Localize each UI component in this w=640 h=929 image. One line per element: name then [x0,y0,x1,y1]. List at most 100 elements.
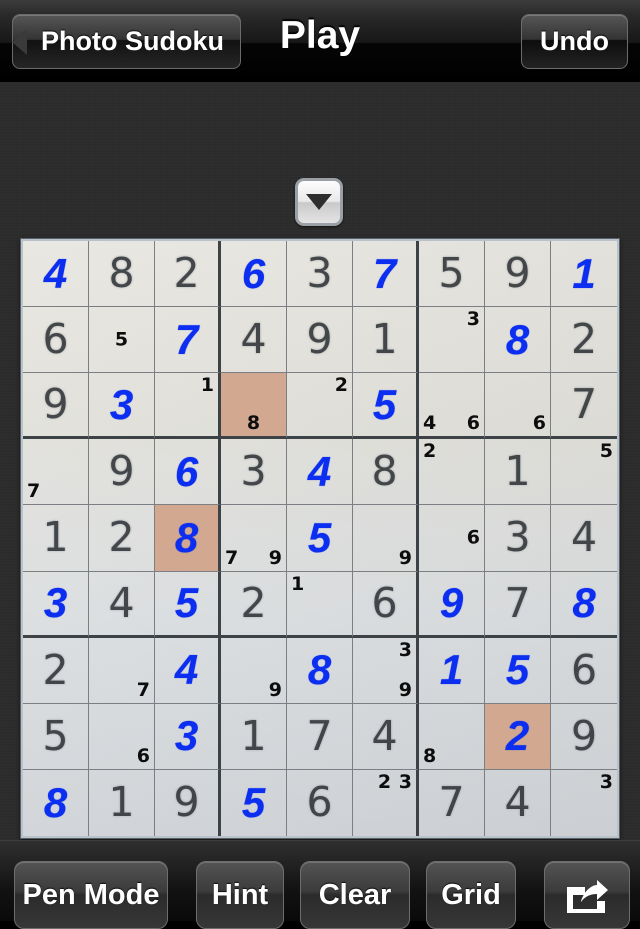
sudoku-cell-r8c3[interactable]: 3 [155,703,221,770]
pencil-mark: 3 [466,308,480,331]
sudoku-cell-r8c4[interactable]: 1 [221,703,287,770]
sudoku-cell-r6c6[interactable]: 6 [353,571,419,638]
sudoku-cell-r6c9[interactable]: 8 [551,572,617,638]
sudoku-cell-r2c3[interactable]: 7 [155,307,221,374]
sudoku-cell-r1c3[interactable]: 2 [155,241,221,308]
pen-mode-button[interactable]: Pen Mode [14,861,168,929]
share-button[interactable] [544,861,630,929]
sudoku-cell-r6c8[interactable]: 7 [485,571,551,638]
sudoku-cell-r4c7[interactable]: 2 [419,439,485,506]
sudoku-cell-r7c8[interactable]: 5 [485,637,551,704]
sudoku-cell-r8c8[interactable]: 2 [485,703,551,770]
sudoku-cell-r8c2[interactable]: 6 [89,703,155,770]
sudoku-cell-r8c5[interactable]: 7 [287,703,353,770]
sudoku-cell-r2c8[interactable]: 8 [485,307,551,374]
cell-value: 7 [306,711,333,760]
sudoku-cell-r7c1[interactable]: 2 [23,637,89,704]
sudoku-cell-r3c2[interactable]: 3 [89,373,155,440]
sudoku-cell-r8c1[interactable]: 5 [23,703,89,770]
sudoku-cell-r2c7[interactable]: 3 [419,307,485,374]
sudoku-cell-r3c7[interactable]: 46 [419,373,485,440]
pencil-mark: 3 [599,770,613,793]
sudoku-cell-r2c2[interactable]: 5 [89,307,155,374]
sudoku-cell-r6c7[interactable]: 9 [419,571,485,638]
cell-value: 4 [174,646,199,694]
sudoku-cell-r5c4[interactable]: 79 [221,505,287,572]
sudoku-cell-r9c2[interactable]: 1 [89,769,155,836]
sudoku-cell-r7c9[interactable]: 6 [551,638,617,704]
sudoku-cell-r5c7[interactable]: 6 [419,505,485,572]
sudoku-cell-r5c8[interactable]: 3 [485,505,551,572]
sudoku-cell-r7c6[interactable]: 39 [353,637,419,704]
cell-value: 3 [240,447,267,496]
sudoku-cell-r6c2[interactable]: 4 [89,571,155,638]
sudoku-cell-r1c1[interactable]: 4 [23,241,89,308]
sudoku-cell-r3c6[interactable]: 5 [353,373,419,440]
sudoku-cell-r7c3[interactable]: 4 [155,637,221,704]
sudoku-cell-r1c8[interactable]: 9 [485,241,551,308]
sudoku-cell-r8c9[interactable]: 9 [551,704,617,770]
sudoku-cell-r9c9[interactable]: 3 [551,770,617,836]
sudoku-cell-r9c1[interactable]: 8 [23,769,89,836]
sudoku-board[interactable]: 4826375916574913829318254667796348215128… [23,241,617,836]
sudoku-cell-r1c6[interactable]: 7 [353,241,419,308]
sudoku-cell-r7c5[interactable]: 8 [287,637,353,704]
sudoku-cell-r6c3[interactable]: 5 [155,571,221,638]
sudoku-cell-r3c5[interactable]: 2 [287,373,353,440]
sudoku-cell-r2c9[interactable]: 2 [551,307,617,374]
sudoku-cell-r1c4[interactable]: 6 [221,241,287,308]
hint-button[interactable]: Hint [196,861,284,929]
sudoku-cell-r2c4[interactable]: 4 [221,307,287,374]
sudoku-cell-r9c3[interactable]: 9 [155,769,221,836]
sudoku-cell-r4c1[interactable]: 7 [23,439,89,506]
sudoku-cell-r5c2[interactable]: 2 [89,505,155,572]
sudoku-cell-r6c4[interactable]: 2 [221,571,287,638]
pencil-mark: 6 [466,526,480,549]
sudoku-cell-r1c5[interactable]: 3 [287,241,353,308]
sudoku-cell-r5c3[interactable]: 8 [155,505,221,572]
clear-button[interactable]: Clear [300,861,410,929]
sudoku-cell-r5c1[interactable]: 1 [23,505,89,572]
sudoku-cell-r3c1[interactable]: 9 [23,373,89,440]
sudoku-cell-r7c2[interactable]: 7 [89,637,155,704]
sudoku-cell-r9c5[interactable]: 6 [287,769,353,836]
sudoku-cell-r5c9[interactable]: 4 [551,505,617,572]
sudoku-cell-r4c3[interactable]: 6 [155,439,221,506]
sudoku-cell-r8c7[interactable]: 8 [419,703,485,770]
sudoku-cell-r6c5[interactable]: 1 [287,571,353,638]
sudoku-cell-r9c8[interactable]: 4 [485,769,551,836]
sudoku-cell-r3c3[interactable]: 1 [155,373,221,440]
grid-button[interactable]: Grid [426,861,516,929]
sudoku-cell-r9c7[interactable]: 7 [419,769,485,836]
sudoku-cell-r7c4[interactable]: 9 [221,637,287,704]
sudoku-cell-r1c7[interactable]: 5 [419,241,485,308]
sudoku-cell-r5c6[interactable]: 9 [353,505,419,572]
pencil-mark: 3 [398,770,412,793]
sudoku-cell-r2c1[interactable]: 6 [23,307,89,374]
sudoku-cell-r2c5[interactable]: 9 [287,307,353,374]
sudoku-cell-r1c2[interactable]: 8 [89,241,155,308]
keyboard-dropdown-button[interactable] [295,178,343,226]
sudoku-cell-r9c6[interactable]: 23 [353,769,419,836]
sudoku-cell-r7c7[interactable]: 1 [419,637,485,704]
sudoku-cell-r5c5[interactable]: 5 [287,505,353,572]
cell-value: 4 [108,578,135,627]
sudoku-cell-r4c8[interactable]: 1 [485,439,551,506]
sudoku-cell-r3c4[interactable]: 8 [221,373,287,440]
sudoku-cell-r1c9[interactable]: 1 [551,241,617,308]
grid-label: Grid [441,878,501,911]
sudoku-cell-r4c6[interactable]: 8 [353,439,419,506]
sudoku-cell-r2c6[interactable]: 1 [353,307,419,374]
sudoku-cell-r4c5[interactable]: 4 [287,439,353,506]
sudoku-cell-r9c4[interactable]: 5 [221,769,287,836]
sudoku-cell-r8c6[interactable]: 4 [353,703,419,770]
sudoku-cell-r4c4[interactable]: 3 [221,439,287,506]
sudoku-cell-r3c8[interactable]: 6 [485,373,551,440]
content-area: 4826375916574913829318254667796348215128… [0,82,640,840]
sudoku-cell-r6c1[interactable]: 3 [23,571,89,638]
cell-value: 9 [504,249,531,298]
undo-button[interactable]: Undo [521,14,628,69]
sudoku-cell-r4c9[interactable]: 5 [551,439,617,506]
sudoku-cell-r3c9[interactable]: 7 [551,373,617,440]
sudoku-cell-r4c2[interactable]: 9 [89,439,155,506]
